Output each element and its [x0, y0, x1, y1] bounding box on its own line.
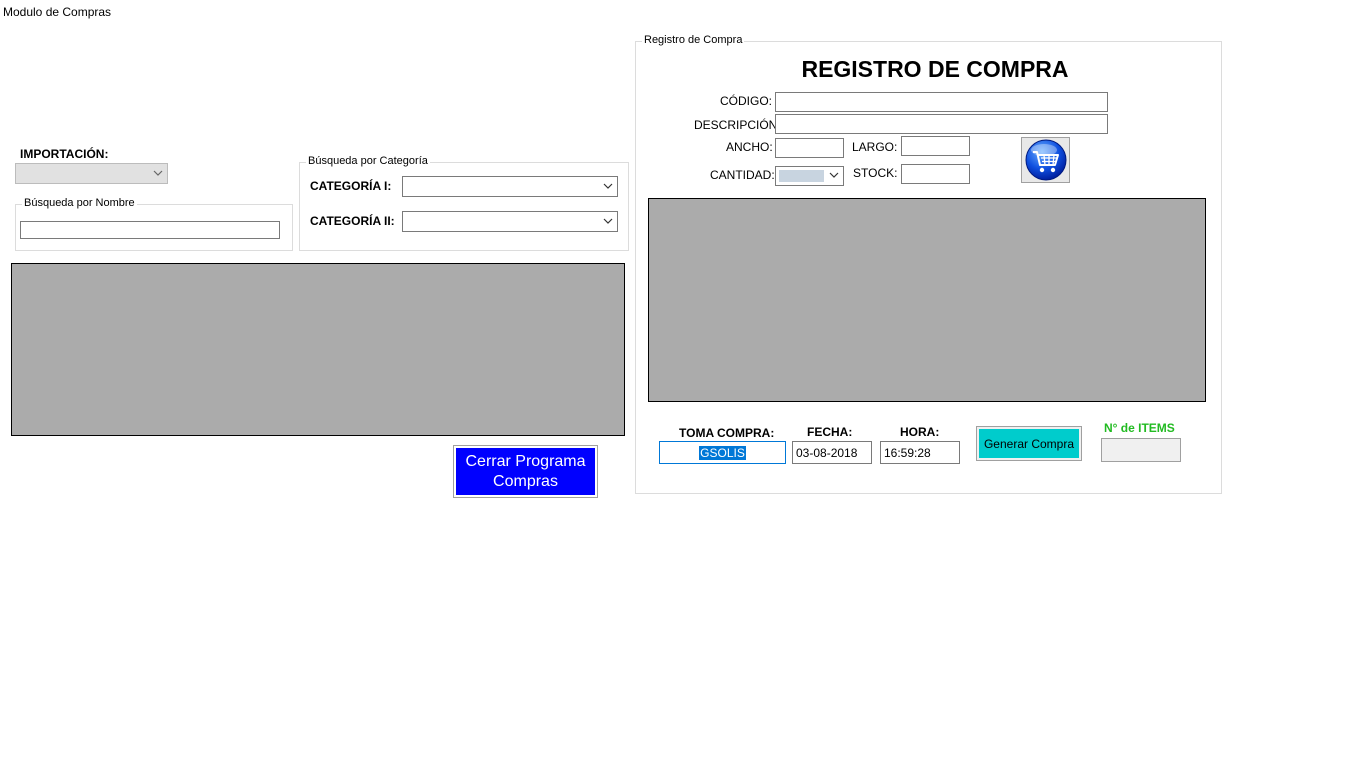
- close-button-line-2: Compras: [493, 472, 558, 490]
- busqueda-categoria-legend: Búsqueda por Categoría: [306, 155, 430, 167]
- registro-heading: REGISTRO DE COMPRA: [801, 56, 1069, 82]
- stock-label: STOCK:: [853, 166, 898, 180]
- cantidad-label: CANTIDAD:: [710, 168, 775, 182]
- categoria-2-combo[interactable]: [402, 211, 618, 232]
- categoria-1-label: CATEGORÍA I:: [310, 179, 392, 193]
- window-title: Modulo de Compras: [3, 5, 112, 19]
- ancho-label: ANCHO:: [726, 140, 773, 154]
- toma-compra-input[interactable]: GSOLIS: [659, 441, 786, 464]
- fecha-value: 03-08-2018: [796, 445, 858, 460]
- hora-label: HORA:: [900, 425, 940, 439]
- importacion-label: IMPORTACIÓN:: [20, 147, 109, 161]
- registro-compra-legend: Registro de Compra: [642, 34, 745, 46]
- importacion-combo[interactable]: [15, 163, 168, 184]
- chevron-down-icon: [153, 170, 163, 176]
- purchase-items-grid[interactable]: [648, 198, 1206, 402]
- stock-input[interactable]: [901, 164, 970, 184]
- cantidad-combo[interactable]: [775, 166, 844, 186]
- close-button-line-1: Cerrar Programa: [465, 452, 586, 470]
- nombre-search-input[interactable]: [20, 221, 280, 239]
- chevron-down-icon: [829, 172, 839, 178]
- largo-input[interactable]: [901, 136, 970, 156]
- codigo-input[interactable]: [775, 92, 1108, 112]
- codigo-label: CÓDIGO:: [720, 94, 773, 108]
- fecha-input[interactable]: 03-08-2018: [792, 441, 872, 464]
- products-grid[interactable]: [11, 263, 625, 436]
- add-to-cart-button[interactable]: [1021, 137, 1070, 183]
- chevron-down-icon: [603, 183, 613, 189]
- toma-compra-label: TOMA COMPRA:: [679, 426, 775, 440]
- hora-value: 16:59:28: [884, 445, 931, 460]
- generar-compra-label: Generar Compra: [979, 429, 1079, 458]
- cantidad-selected-value: [779, 170, 824, 182]
- close-program-button[interactable]: Cerrar Programa Compras: [453, 445, 598, 498]
- items-count-label: N° de ITEMS: [1104, 421, 1175, 435]
- toma-compra-value: GSOLIS: [699, 445, 746, 460]
- chevron-down-icon: [603, 218, 613, 224]
- shopping-cart-icon: [1025, 139, 1066, 181]
- categoria-1-combo[interactable]: [402, 176, 618, 197]
- hora-input[interactable]: 16:59:28: [880, 441, 960, 464]
- items-count-display: [1101, 438, 1181, 462]
- busqueda-nombre-legend: Búsqueda por Nombre: [22, 197, 137, 209]
- descripcion-label: DESCRIPCIÓN:: [694, 118, 781, 132]
- descripcion-input[interactable]: [775, 114, 1108, 134]
- ancho-input[interactable]: [775, 138, 844, 158]
- fecha-label: FECHA:: [807, 425, 853, 439]
- categoria-2-label: CATEGORÍA II:: [310, 214, 395, 228]
- generar-compra-button[interactable]: Generar Compra: [976, 426, 1082, 461]
- largo-label: LARGO:: [852, 140, 898, 154]
